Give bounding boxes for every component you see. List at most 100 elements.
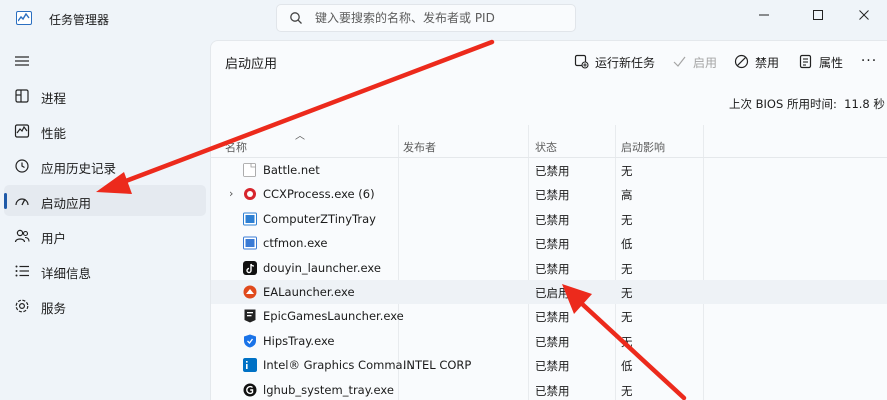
app-name: EALauncher.exe — [263, 285, 355, 299]
app-status: 已禁用 — [535, 188, 570, 203]
close-icon — [859, 10, 869, 20]
bios-time: 上次 BIOS 所用时间: 11.8 秒 — [729, 96, 885, 112]
nav-item-services[interactable]: 服务 — [4, 290, 206, 321]
column-header-status[interactable]: 状态 — [535, 139, 557, 155]
close-button[interactable] — [841, 0, 887, 30]
app-impact: 无 — [621, 212, 633, 227]
app-name: Intel® Graphics Comma... — [263, 358, 414, 373]
battle-net-app-icon — [243, 163, 256, 177]
enable-label: 启用 — [693, 56, 718, 70]
nav-item-processes[interactable]: 进程 — [4, 80, 206, 111]
table-row[interactable]: EpicGamesLauncher.exe 已禁用 无 — [211, 304, 887, 328]
details-icon — [15, 265, 29, 277]
ccx-app-icon — [244, 188, 256, 201]
table-row[interactable]: ctfmon.exe 已禁用 低 — [211, 231, 887, 255]
table-row[interactable]: HipsTray.exe 已禁用 无 — [211, 329, 887, 353]
app-status: 已禁用 — [535, 359, 570, 374]
app-impact: 低 — [621, 359, 633, 374]
app-status: 已禁用 — [535, 334, 570, 349]
nav-item-label: 启动应用 — [41, 196, 92, 211]
app-publisher: INTEL CORP — [403, 358, 472, 373]
lghub-app-icon — [243, 383, 257, 397]
app-impact: 无 — [621, 383, 633, 398]
app-impact: 无 — [621, 310, 633, 325]
app-impact: 无 — [621, 261, 633, 276]
search-icon — [290, 12, 302, 24]
app-name: CCXProcess.exe (6) — [263, 187, 375, 202]
startup-apps-table: ︿ 名称 发布者 状态 启动影响 Battle.net 已禁用 无 › CCXP… — [211, 125, 887, 400]
minimize-icon — [759, 14, 769, 16]
run-new-task-icon — [574, 54, 589, 69]
app-status: 已禁用 — [535, 383, 570, 398]
active-indicator — [4, 193, 7, 209]
table-row[interactable]: douyin_launcher.exe 已禁用 无 — [211, 256, 887, 280]
nav-item-users[interactable]: 用户 — [4, 220, 206, 251]
app-name: douyin_launcher.exe — [263, 260, 381, 275]
block-icon — [734, 54, 749, 69]
nav-item-performance[interactable]: 性能 — [4, 115, 206, 146]
column-header-publisher[interactable]: 发布者 — [403, 139, 436, 155]
ea-launcher-app-icon — [243, 285, 257, 299]
nav-pane: 进程 性能 应用历史记录 启动应用 用户 详细信息 服务 — [0, 40, 210, 400]
users-icon — [14, 229, 30, 243]
startup-icon — [15, 198, 29, 206]
search-box[interactable] — [276, 4, 576, 32]
nav-item-label: 用户 — [41, 231, 67, 246]
app-name: lghub_system_tray.exe — [263, 382, 394, 397]
maximize-icon — [813, 10, 823, 20]
hamburger-icon — [15, 56, 29, 66]
sort-ascending-icon: ︿ — [295, 131, 305, 142]
app-name: ComputerZTinyTray — [263, 211, 376, 226]
column-header-name[interactable]: 名称 — [225, 139, 247, 155]
window-title: 任务管理器 — [49, 13, 110, 27]
app-impact: 无 — [621, 164, 633, 178]
search-input[interactable] — [315, 9, 565, 27]
nav-item-label: 详细信息 — [41, 266, 92, 281]
bios-time-value: 11.8 秒 — [844, 97, 885, 111]
table-row[interactable]: lghub_system_tray.exe 已禁用 无 — [211, 378, 887, 400]
nav-item-label: 应用历史记录 — [41, 161, 117, 176]
app-name: Battle.net — [263, 163, 320, 177]
nav-item-label: 服务 — [41, 301, 67, 316]
nav-item-label: 进程 — [41, 91, 67, 106]
hips-tray-app-icon — [244, 334, 256, 348]
ctfmon-app-icon — [243, 236, 257, 250]
app-name: EpicGamesLauncher.exe — [263, 309, 404, 324]
app-status: 已禁用 — [535, 212, 570, 227]
app-impact: 无 — [621, 286, 633, 300]
table-row[interactable]: ComputerZTinyTray 已禁用 无 — [211, 207, 887, 231]
table-row[interactable]: Intel® Graphics Comma... INTEL CORP 已禁用 … — [211, 353, 887, 377]
nav-item-startup-apps[interactable]: 启动应用 — [4, 185, 206, 216]
table-row[interactable]: EALauncher.exe 已启用 无 — [211, 280, 887, 305]
app-impact: 低 — [621, 237, 633, 252]
computerz-app-icon — [243, 212, 257, 226]
services-icon — [15, 299, 29, 313]
app-impact: 高 — [621, 188, 633, 203]
table-row[interactable]: › CCXProcess.exe (6) 已禁用 高 — [211, 182, 887, 206]
app-status: 已启用 — [535, 286, 570, 300]
app-impact: 无 — [621, 334, 633, 349]
history-icon — [15, 159, 29, 173]
minimize-button[interactable] — [741, 0, 787, 30]
app-name: HipsTray.exe — [263, 333, 335, 348]
column-header-impact[interactable]: 启动影响 — [621, 139, 665, 155]
properties-label: 属性 — [819, 56, 844, 70]
nav-item-details[interactable]: 详细信息 — [4, 255, 206, 286]
nav-item-app-history[interactable]: 应用历史记录 — [4, 150, 206, 181]
checkmark-icon — [673, 56, 686, 67]
nav-item-label: 性能 — [41, 126, 67, 141]
epic-games-app-icon — [244, 309, 256, 323]
maximize-button[interactable] — [795, 0, 841, 30]
chevron-right-icon[interactable]: › — [229, 187, 233, 200]
startup-apps-page: 启动应用 运行新任务 启用 禁用 属性 ··· 上次 BIOS 所用时间: 11… — [210, 40, 887, 400]
table-row[interactable]: Battle.net 已禁用 无 — [211, 158, 887, 182]
disable-label: 禁用 — [755, 56, 780, 70]
app-status: 已禁用 — [535, 310, 570, 325]
page-title: 启动应用 — [225, 57, 278, 72]
menu-toggle-button[interactable] — [8, 48, 36, 74]
intel-graphics-app-icon — [243, 358, 257, 373]
app-name: ctfmon.exe — [263, 236, 328, 251]
properties-icon — [799, 54, 812, 69]
more-options-button[interactable]: ··· — [859, 53, 879, 71]
app-status: 已禁用 — [535, 261, 570, 276]
